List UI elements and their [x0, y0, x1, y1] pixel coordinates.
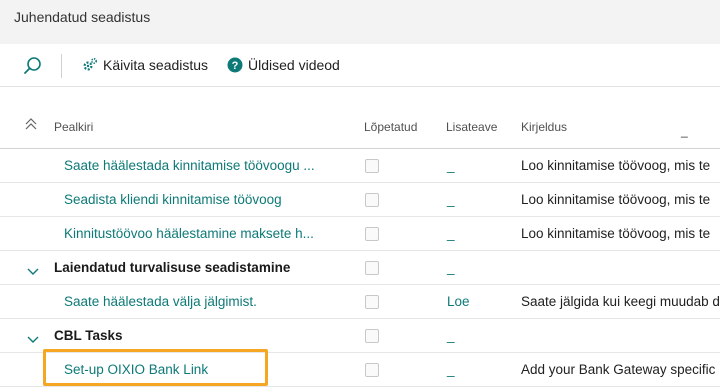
column-header-more-info[interactable]: Lisateave [446, 120, 497, 134]
completed-checkbox[interactable] [365, 329, 379, 343]
table-row[interactable]: Seadista kliendi kinnitamise töövoog _ L… [0, 183, 720, 217]
completed-checkbox[interactable] [365, 261, 379, 275]
row-description: Loo kinnitamise töövoog, mis te [521, 226, 711, 241]
highlight-box [43, 349, 268, 386]
page-title: Juhendatud seadistus [14, 9, 151, 25]
completed-checkbox[interactable] [365, 295, 379, 309]
row-title-link[interactable]: Seadista kliendi kinnitamise töövoog [64, 183, 282, 216]
column-header-description[interactable]: Kirjeldus [521, 120, 567, 134]
toolbar-separator [61, 54, 62, 78]
more-info-link[interactable]: _ [447, 149, 455, 182]
completed-checkbox[interactable] [365, 193, 379, 207]
completed-checkbox[interactable] [365, 363, 379, 377]
group-title: Laiendatud turvalisuse seadistamine [54, 260, 291, 275]
row-title-link[interactable]: Saate häälestada välja jälgimist. [64, 285, 257, 318]
run-setup-label: Käivita seadistus [103, 57, 209, 73]
svg-text:?: ? [232, 60, 239, 72]
run-setup-button[interactable]: Käivita seadistus [82, 55, 208, 75]
more-info-link[interactable]: _ [447, 251, 455, 284]
more-info-link[interactable]: Loe [447, 285, 470, 318]
completed-checkbox[interactable] [365, 159, 379, 173]
more-info-link[interactable]: _ [447, 319, 455, 352]
header-dash-mark: _ [681, 124, 688, 138]
table-row[interactable]: Saate häälestada kinnitamise töövoogu ..… [0, 149, 720, 183]
row-description: Saate jälgida kui keegi muudab d [521, 294, 720, 309]
chevron-down-icon[interactable] [27, 331, 39, 349]
row-title-link[interactable]: Saate häälestada kinnitamise töövoogu ..… [64, 149, 315, 182]
column-header-completed[interactable]: Lõpetatud [364, 120, 417, 134]
help-icon: ? [227, 57, 243, 73]
general-videos-label: Üldised videod [248, 57, 340, 73]
more-info-link[interactable]: _ [447, 217, 455, 250]
column-header-title[interactable]: Pealkiri [54, 120, 93, 134]
table-row[interactable]: Kinnitustöövoo häälestamine maksete h...… [0, 217, 720, 251]
table-header: Pealkiri Lõpetatud Lisateave Kirjeldus _ [0, 106, 720, 149]
more-info-link[interactable]: _ [447, 353, 455, 386]
group-row[interactable]: Laiendatud turvalisuse seadistamine _ [0, 251, 720, 285]
search-icon[interactable] [22, 56, 44, 76]
content-panel: Käivita seadistus ? Üldised videod Pealk… [0, 44, 720, 392]
group-row[interactable]: CBL Tasks _ [0, 319, 720, 353]
completed-checkbox[interactable] [365, 227, 379, 241]
title-bar: Juhendatud seadistus [0, 0, 720, 44]
general-videos-button[interactable]: ? Üldised videod [227, 55, 340, 75]
table-row[interactable]: Saate häälestada välja jälgimist. Loe Sa… [0, 285, 720, 319]
row-description: Add your Bank Gateway specific [521, 362, 716, 377]
row-description: Loo kinnitamise töövoog, mis te [521, 158, 711, 173]
row-title-link[interactable]: Kinnitustöövoo häälestamine maksete h... [64, 217, 314, 250]
setup-gear-icon [83, 57, 98, 71]
chevron-down-icon[interactable] [27, 263, 39, 281]
action-bar: Käivita seadistus ? Üldised videod [0, 44, 720, 87]
group-title: CBL Tasks [54, 328, 123, 343]
row-description: Loo kinnitamise töövoog, mis te [521, 192, 711, 207]
collapse-all-icon[interactable] [24, 116, 38, 135]
more-info-link[interactable]: _ [447, 183, 455, 216]
